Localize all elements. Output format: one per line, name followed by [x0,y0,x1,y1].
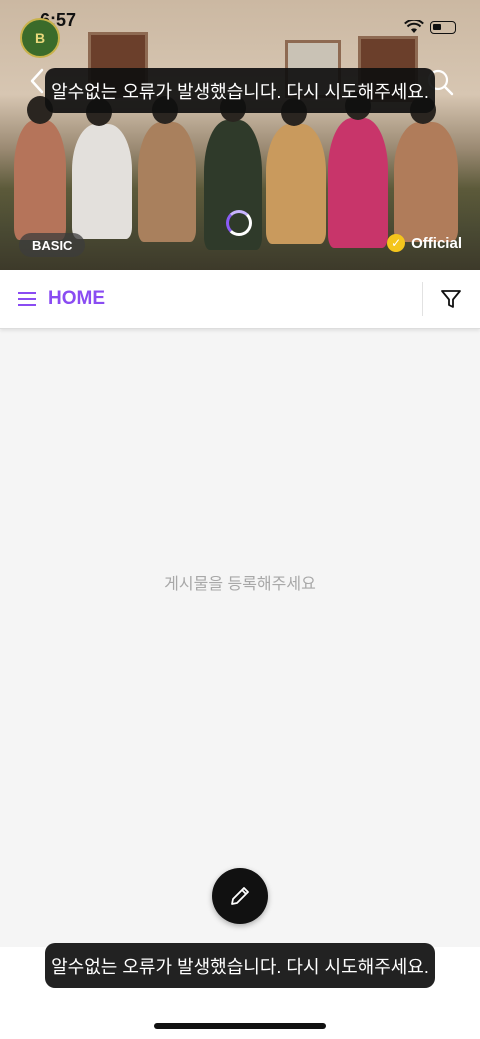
pencil-icon [231,887,249,905]
check-icon: ✓ [387,234,406,252]
error-toast-message: 알수없는 오류가 발생했습니다. 다시 시도해주세요. [51,956,429,977]
status-bar: 6:57 [0,0,480,40]
error-toast-bottom: 알수없는 오류가 발생했습니다. 다시 시도해주세요. [45,943,435,988]
cover-image: BASIC ✓ Official [0,0,480,270]
group-member [266,124,326,244]
club-logo: B [20,18,60,58]
group-member [328,118,388,248]
official-badge: ✓ Official [387,234,462,252]
group-member [72,124,132,239]
tab-home[interactable]: HOME [18,270,105,328]
tab-home-label: HOME [48,288,105,309]
group-member [138,122,196,242]
category-bar: HOME [0,270,480,329]
divider [422,282,423,316]
group-member [394,122,458,242]
club-logo-letter: B [34,30,46,46]
filter-icon[interactable] [440,288,462,310]
official-label: Official [411,234,462,252]
loading-spinner [226,210,252,236]
basic-badge: BASIC [19,233,86,257]
battery-icon [430,21,456,34]
empty-state-message: 게시물을 등록해주세요 [164,576,316,593]
group-member [14,120,66,240]
error-toast-message: 알수없는 오류가 발생했습니다. 다시 시도해주세요. [51,81,429,102]
wifi-icon [404,20,424,33]
home-indicator[interactable] [154,1023,326,1029]
list-icon [18,292,36,306]
error-toast-top: 알수없는 오류가 발생했습니다. 다시 시도해주세요. [45,68,435,113]
basic-badge-label: BASIC [32,237,73,253]
write-post-button[interactable] [212,868,268,924]
